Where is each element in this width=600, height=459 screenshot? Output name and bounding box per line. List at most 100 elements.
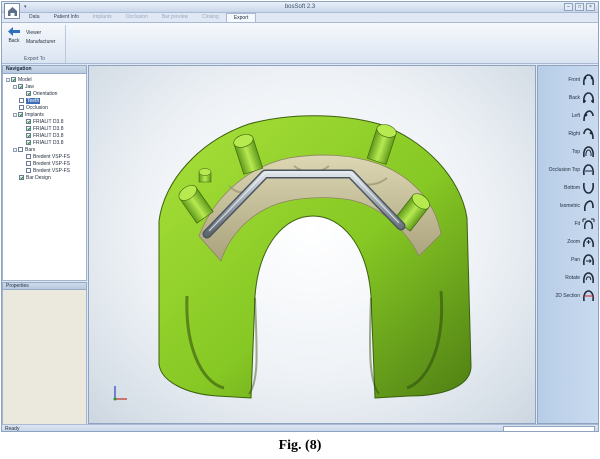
checkbox[interactable] [19,98,24,103]
view-label: Zoom [567,238,580,245]
tree-item-orientation[interactable]: Orientation [26,90,57,97]
tree-item-bars[interactable]: - Bars [13,146,35,153]
view-occlusion-top-button[interactable]: Occlusion Top [549,162,595,177]
tree-item-label: FRIALIT D3.8 [33,125,64,132]
3d-viewport[interactable] [88,65,536,424]
properties-panel [2,290,87,425]
maximize-button[interactable]: □ [575,3,584,11]
tree-item-implant[interactable]: FRIALIT D3.8 [26,132,63,139]
view-top-button[interactable]: Top [572,144,595,159]
view-zoom-button[interactable]: Zoom [567,234,595,249]
tree-item-label: Bredent VSP-FS [33,160,70,167]
collapse-icon[interactable]: - [13,84,17,89]
tree-item-teeth[interactable]: Teeth [19,97,41,104]
tab-export[interactable]: Export [225,13,257,22]
checkbox[interactable] [26,154,31,159]
view-pan-button[interactable]: Pan [571,252,595,267]
checkbox[interactable] [26,91,31,96]
tab-bar-preview: Bar preview [161,14,189,20]
back-arrow-icon [8,27,20,36]
collapse-icon[interactable]: - [6,77,10,82]
checkbox[interactable] [26,119,31,124]
view-isometric-button[interactable]: Isometric [560,198,595,213]
arch-top-icon [583,145,594,157]
zoom-icon [583,236,594,247]
tree-item-jaw[interactable]: - Jaw [13,83,34,90]
tree-item-bar[interactable]: Bredent VSP-FS [26,160,70,167]
checkbox[interactable] [11,77,16,82]
manufacturer-button[interactable]: Manufacturer [26,39,55,45]
checkbox[interactable] [26,140,31,145]
view-back-button[interactable]: Back [569,90,595,105]
view-front-button[interactable]: Front [568,72,595,87]
tree-item-label: FRIALIT D3.8 [33,132,64,139]
checkbox[interactable] [19,175,24,180]
navigation-header: Navigation [2,65,87,74]
arch-right-icon [583,127,594,139]
tree-item-implant[interactable]: FRIALIT D3.8 [26,125,63,132]
tree-item-bar[interactable]: Bredent VSP-FS [26,153,70,160]
ribbon-tabs: Data Patient Info Implants Occlusion Bar… [22,13,257,22]
arch-bottom-icon [583,182,594,194]
tree-item-implants[interactable]: - Implants [13,111,44,118]
view-label: Rotate [565,274,580,281]
checkbox[interactable] [19,105,24,110]
view-fit-button[interactable]: Fit [574,216,595,231]
checkbox[interactable] [18,84,23,89]
section-icon [583,289,594,301]
checkbox[interactable] [26,161,31,166]
tree-item-label: Implants [25,111,44,118]
application-menu-button[interactable] [4,3,20,19]
viewer-button[interactable]: Viewer [26,30,41,36]
tree-item-label: Occlusion [26,104,48,111]
axis-triad-icon [113,386,127,401]
view-right-button[interactable]: Right [568,126,595,141]
back-button[interactable]: Back [6,27,22,49]
view-label: Bottom [564,184,580,191]
view-bottom-button[interactable]: Bottom [564,180,595,195]
arch-occlusion-icon [583,163,594,175]
tree-item-bar-design[interactable]: Bar Design [19,174,51,181]
checkbox[interactable] [26,126,31,131]
tree-item-bar[interactable]: Bredent VSP-FS [26,167,70,174]
tab-data[interactable]: Data [22,13,47,22]
tree-item-implant[interactable]: FRIALIT D3.8 [26,139,63,146]
view-2d-section-button[interactable]: 2D Section [556,288,595,303]
checkbox[interactable] [18,147,23,152]
arch-isometric-icon [583,199,594,211]
tree-item-implant[interactable]: FRIALIT D3.8 [26,118,63,125]
group-label: Export To [23,56,46,62]
tab-patient-info[interactable]: Patient Info [47,13,86,22]
tree-item-label: Bars [25,146,36,153]
view-label: 2D Section [555,292,580,299]
tree-item-label: FRIALIT D3.8 [33,118,64,125]
view-toolbar: Front Back Left Right Top Occlusion Top … [537,65,598,424]
ribbon-panel: Back Viewer Manufacturer Export To [2,22,598,64]
checkbox[interactable] [26,133,31,138]
view-label: Pan [571,256,580,263]
dental-model-render [113,115,472,401]
tree-item-label: Teeth [26,97,41,104]
minimize-button[interactable]: – [564,3,573,11]
title-bar: ▾ bosSoft 2.3 – □ × [2,2,598,13]
close-button[interactable]: × [586,3,595,11]
view-left-button[interactable]: Left [572,108,595,123]
collapse-icon[interactable]: - [13,112,17,117]
arch-front-icon [583,73,594,85]
tree-item-model[interactable]: - Model [6,76,32,83]
view-label: Isometric [559,202,580,209]
tree-item-occlusion[interactable]: Occlusion [19,104,48,111]
checkbox[interactable] [26,168,31,173]
collapse-icon[interactable]: - [13,147,17,152]
view-label: Occlusion Top [548,166,580,173]
view-rotate-button[interactable]: Rotate [565,270,595,285]
view-label: Left [571,112,580,119]
view-label: Top [571,148,580,155]
figure-caption: Fig. (8) [278,438,322,453]
tree-item-label: Bredent VSP-FS [33,153,70,160]
properties-header: Properties [2,282,87,290]
checkbox[interactable] [18,112,23,117]
status-bar: Ready [2,424,598,431]
tree-item-label: Bar Design [26,174,51,181]
rotate-icon [583,271,594,283]
